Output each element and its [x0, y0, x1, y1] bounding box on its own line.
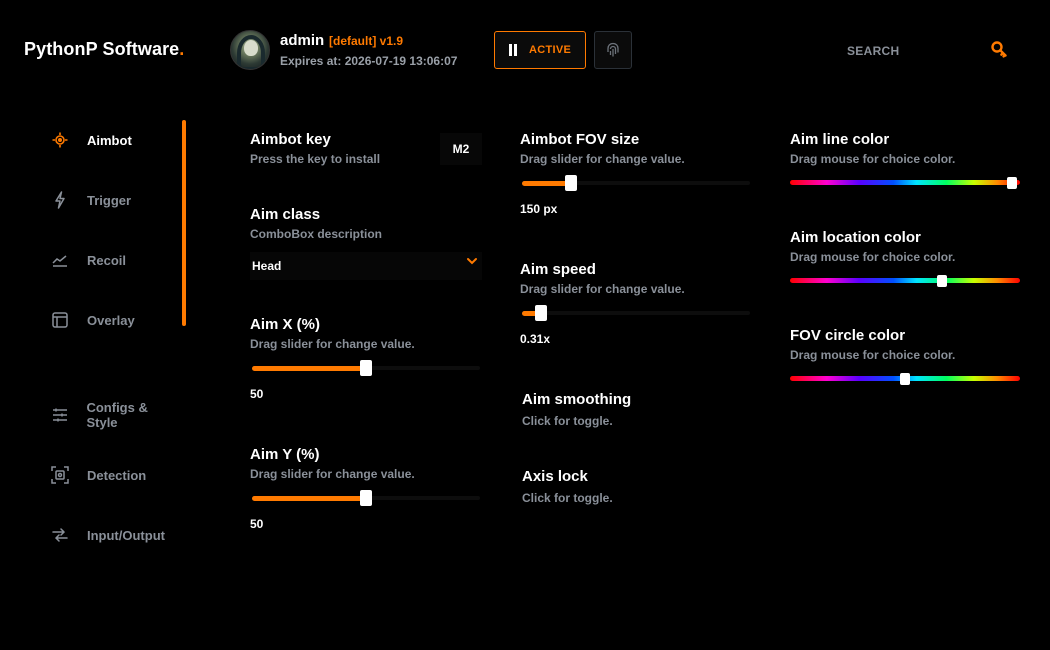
aim-speed-slider[interactable]: [522, 305, 750, 321]
fov-size-title: Aimbot FOV size: [520, 131, 640, 148]
aim-line-color-picker[interactable]: [790, 177, 1020, 189]
fov-size-desc: Drag slider for change value.: [520, 152, 685, 166]
sidebar-item-recoil[interactable]: Recoil: [50, 248, 180, 272]
aimbot-key-button[interactable]: M2: [440, 133, 482, 165]
slider-thumb[interactable]: [535, 305, 547, 321]
fov-size-slider[interactable]: [522, 175, 750, 191]
aim-x-slider[interactable]: [252, 360, 480, 376]
aim-line-color-desc: Drag mouse for choice color.: [790, 152, 956, 166]
aim-location-color-desc: Drag mouse for choice color.: [790, 250, 956, 264]
fingerprint-icon: [607, 42, 619, 57]
sidebar-item-input-output[interactable]: Input/Output: [50, 523, 180, 547]
active-status-label: ACTIVE: [529, 44, 572, 56]
key-search-icon[interactable]: [990, 40, 1008, 58]
aim-speed-desc: Drag slider for change value.: [520, 282, 685, 296]
aim-speed-title: Aim speed: [520, 261, 596, 278]
fov-circle-color-title: FOV circle color: [790, 327, 906, 344]
fov-circle-color-picker[interactable]: [790, 373, 1020, 385]
aim-y-title: Aim Y (%): [250, 446, 320, 463]
sidebar-item-detection[interactable]: Detection: [50, 463, 180, 487]
aim-line-color-title: Aim line color: [790, 131, 890, 148]
aim-location-color-picker[interactable]: [790, 275, 1020, 287]
aim-y-value: 50: [250, 517, 264, 531]
aim-class-combobox[interactable]: Head: [250, 252, 482, 280]
aim-smoothing-toggle[interactable]: Aim smoothing Click for toggle.: [520, 388, 750, 432]
aim-smoothing-title: Aim smoothing: [522, 391, 632, 408]
search-label[interactable]: SEARCH: [847, 44, 899, 58]
layout-icon: [50, 310, 70, 330]
fingerprint-button[interactable]: [594, 31, 632, 69]
aimbot-key-desc: Press the key to install: [250, 152, 381, 166]
sidebar-item-configs[interactable]: Configs & Style: [50, 400, 180, 430]
aim-x-desc: Drag slider for change value.: [250, 337, 415, 351]
pause-icon: [509, 44, 517, 56]
expires-text: Expires at: 2026-07-19 13:06:07: [280, 54, 458, 68]
sidebar-item-label: Detection: [87, 467, 147, 483]
color-picker-thumb[interactable]: [937, 275, 947, 287]
avatar[interactable]: [230, 30, 270, 70]
aim-y-desc: Drag slider for change value.: [250, 467, 415, 481]
chart-line-icon: [50, 250, 70, 270]
user-name: admin: [280, 32, 325, 49]
color-picker-thumb[interactable]: [900, 373, 910, 385]
aim-class-desc: ComboBox description: [250, 227, 383, 241]
axis-lock-toggle[interactable]: Axis lock Click for toggle.: [520, 465, 750, 509]
slider-thumb[interactable]: [360, 490, 372, 506]
color-picker-thumb[interactable]: [1007, 177, 1017, 189]
sidebar-active-indicator: [182, 120, 186, 326]
sidebar-item-label: Trigger: [87, 192, 132, 208]
aim-x-title: Aim X (%): [250, 316, 321, 333]
sidebar-item-label: Aimbot: [87, 132, 132, 148]
aimbot-key-title: Aimbot key: [250, 131, 331, 148]
fov-circle-color-desc: Drag mouse for choice color.: [790, 348, 956, 362]
sidebar-item-trigger[interactable]: Trigger: [50, 188, 180, 212]
sidebar-item-label: Recoil: [87, 252, 127, 268]
sidebar-item-overlay[interactable]: Overlay: [50, 308, 180, 332]
brand-title: PythonP Software.: [24, 39, 185, 59]
active-status-button[interactable]: ACTIVE: [494, 31, 586, 69]
lightning-icon: [50, 190, 70, 210]
aim-y-slider[interactable]: [252, 490, 480, 506]
axis-lock-desc: Click for toggle.: [522, 491, 613, 505]
aim-x-value: 50: [250, 387, 264, 401]
axis-lock-title: Axis lock: [522, 468, 588, 485]
crosshair-icon: [50, 130, 70, 150]
sidebar-item-label: Configs & Style: [86, 400, 148, 430]
aim-smoothing-desc: Click for toggle.: [522, 414, 613, 428]
aim-class-title: Aim class: [250, 206, 321, 223]
user-tag: [default] v1.9: [329, 34, 404, 48]
swap-arrows-icon: [50, 525, 70, 545]
aim-location-color-title: Aim location color: [790, 229, 921, 246]
aim-class-value: Head: [252, 259, 282, 273]
scan-icon: [50, 465, 70, 485]
chevron-down-icon: [467, 258, 477, 265]
aim-speed-value: 0.31x: [520, 332, 551, 346]
fov-size-value: 150 px: [520, 202, 558, 216]
slider-thumb[interactable]: [360, 360, 372, 376]
sidebar-item-label: Input/Output: [87, 527, 165, 543]
slider-thumb[interactable]: [565, 175, 577, 191]
sidebar-item-label: Overlay: [87, 312, 135, 328]
sidebar-item-aimbot[interactable]: Aimbot: [50, 128, 180, 152]
sliders-icon: [50, 405, 69, 425]
